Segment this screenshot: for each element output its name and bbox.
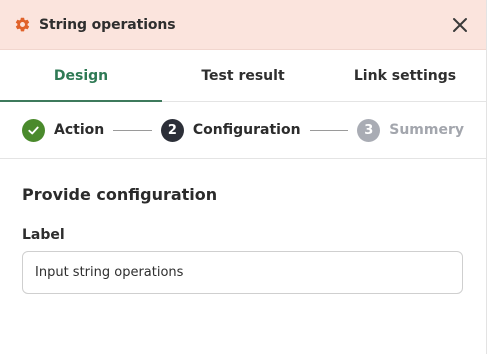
gear-icon <box>14 16 31 33</box>
step-label-configuration: Configuration <box>192 122 301 138</box>
step-label-action: Action <box>54 122 105 138</box>
step-summery[interactable]: 3 Summery <box>357 118 465 142</box>
step-number-summery: 3 <box>357 118 381 142</box>
label-field-label: Label <box>22 227 65 243</box>
close-icon[interactable] <box>448 13 472 37</box>
panel-title: String operations <box>39 16 176 33</box>
step-action[interactable]: Action <box>22 118 105 142</box>
step-connector <box>309 129 349 131</box>
configuration-form: Provide configuration Label <box>0 159 486 294</box>
tab-link-settings[interactable]: Link settings <box>324 50 486 101</box>
checkmark-icon <box>22 118 45 142</box>
step-configuration[interactable]: 2 Configuration <box>160 118 301 142</box>
string-operations-panel: String operations Design Test result Lin… <box>0 0 487 354</box>
label-input[interactable] <box>22 251 463 294</box>
step-number-configuration: 2 <box>160 118 184 142</box>
section-title: Provide configuration <box>22 185 218 204</box>
tab-bar: Design Test result Link settings <box>0 50 486 102</box>
tab-design[interactable]: Design <box>0 50 162 102</box>
panel-header: String operations <box>0 0 486 50</box>
stepper: Action 2 Configuration 3 Summery <box>0 102 486 159</box>
step-label-summery: Summery <box>389 122 465 138</box>
tab-test-result[interactable]: Test result <box>162 50 324 101</box>
step-connector <box>113 129 152 131</box>
